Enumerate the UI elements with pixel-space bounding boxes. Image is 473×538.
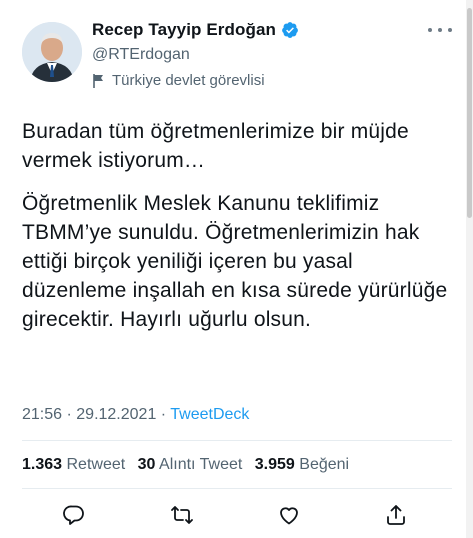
tweet-text-paragraph-2: Öğretmenlik Meslek Kanunu teklifimiz TBM… xyxy=(22,192,448,331)
share-icon xyxy=(387,505,405,525)
retweet-icon xyxy=(171,506,193,524)
meta-separator-2: · xyxy=(156,406,171,423)
scrollbar-thumb[interactable] xyxy=(467,8,472,218)
like-icon xyxy=(280,507,298,525)
affiliation-label-text: Türkiye devlet görevlisi xyxy=(112,72,265,89)
retweet-button[interactable] xyxy=(167,500,197,530)
avatar[interactable] xyxy=(22,22,82,82)
retweets-stat[interactable]: 1.363 Retweet xyxy=(22,456,125,473)
author-name-row: Recep Tayyip Erdoğan xyxy=(92,20,299,40)
author-handle[interactable]: @RTErdogan xyxy=(92,46,190,64)
meta-separator: · xyxy=(62,406,77,423)
author-name[interactable]: Recep Tayyip Erdoğan xyxy=(92,20,276,40)
profile-photo xyxy=(22,22,82,82)
tweet-stats: 1.363 Retweet 30 Alıntı Tweet 3.959 Beğe… xyxy=(22,456,349,474)
divider xyxy=(22,440,452,441)
like-button[interactable] xyxy=(274,500,304,530)
affiliation-label: Türkiye devlet görevlisi xyxy=(92,72,265,89)
quotes-count: 30 xyxy=(137,456,156,473)
reply-button[interactable] xyxy=(59,500,89,530)
tweet-text-paragraph-1: Buradan tüm öğretmenlerimize bir müjde v… xyxy=(22,120,409,172)
retweets-count: 1.363 xyxy=(22,456,63,473)
likes-label: Beğeni xyxy=(299,456,350,473)
scrollbar[interactable] xyxy=(466,0,473,538)
retweets-label: Retweet xyxy=(66,456,126,473)
share-button[interactable] xyxy=(381,500,411,530)
likes-stat[interactable]: 3.959 Beğeni xyxy=(255,456,349,473)
quotes-stat[interactable]: 30 Alıntı Tweet xyxy=(138,456,243,473)
tweet-meta: 21:56 · 29.12.2021 · TweetDeck xyxy=(22,406,249,424)
tweet-time[interactable]: 21:56 xyxy=(22,406,62,423)
quotes-label: Alıntı Tweet xyxy=(159,456,243,473)
divider xyxy=(22,488,452,489)
likes-count: 3.959 xyxy=(254,456,295,473)
tweet-source-link[interactable]: TweetDeck xyxy=(170,406,249,423)
flag-icon xyxy=(92,73,106,89)
reply-icon xyxy=(63,505,84,525)
verified-badge-icon xyxy=(281,21,299,39)
more-options-icon[interactable] xyxy=(428,22,452,38)
tweet-date[interactable]: 29.12.2021 xyxy=(76,406,156,423)
tweet-card: Recep Tayyip Erdoğan @RTErdogan Türkiye … xyxy=(0,0,473,538)
action-bar xyxy=(0,500,473,530)
